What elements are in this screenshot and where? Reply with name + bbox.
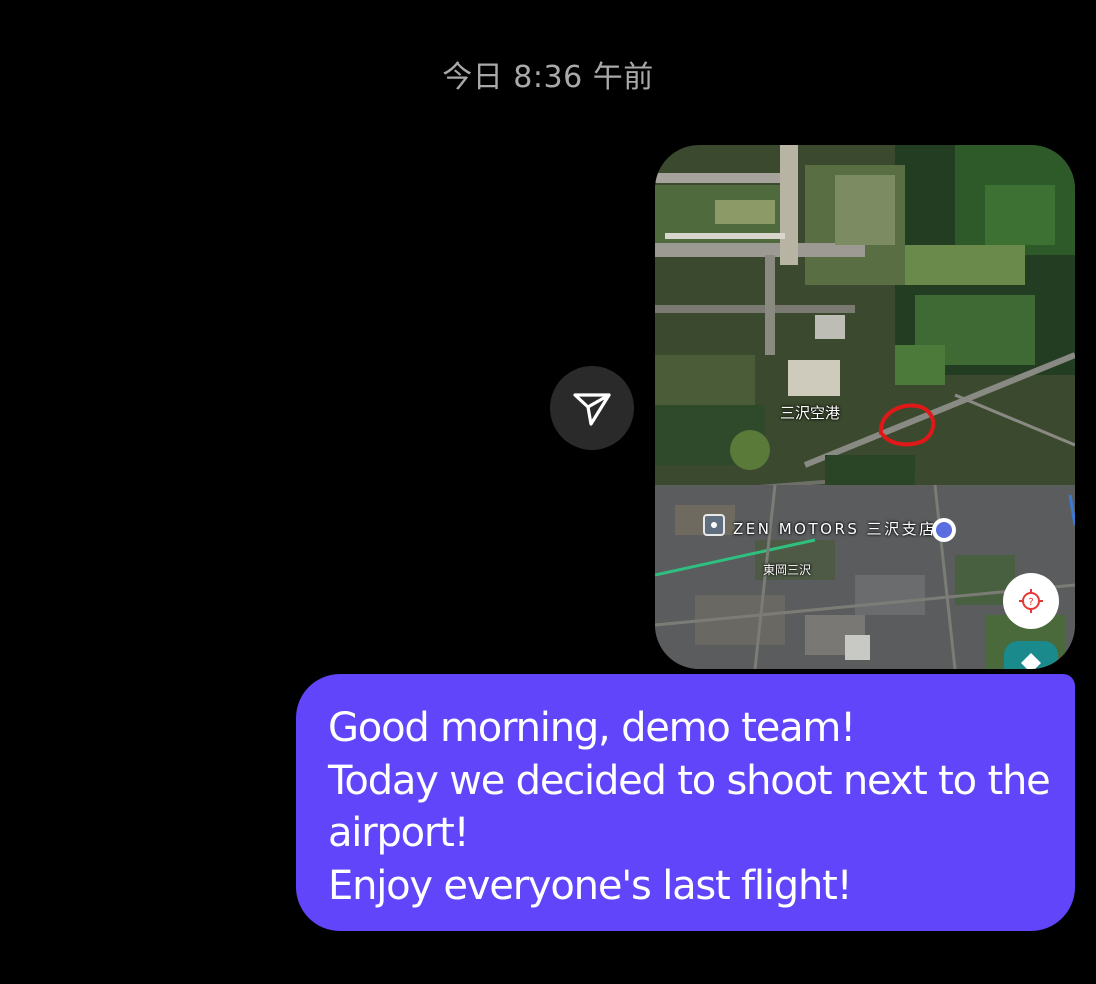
message-timestamp: 今日 8:36 午前 <box>442 60 654 95</box>
map-label-airport: 三沢空港 <box>780 404 841 422</box>
share-button[interactable] <box>550 366 634 450</box>
locate-button[interactable]: ? <box>1003 573 1059 629</box>
locate-icon: ? <box>1019 589 1043 613</box>
send-icon <box>573 393 611 426</box>
message-line: Today we decided to shoot next to the <box>328 757 1051 804</box>
message-line: airport! <box>328 810 470 856</box>
business-pin-icon <box>703 514 725 536</box>
directions-icon <box>1021 653 1041 669</box>
message-bubble[interactable]: Good morning, demo team! Today we decide… <box>296 674 1075 931</box>
map-preview[interactable]: 三沢空港 ZEN MOTORS 三沢支店 東岡三沢 ? <box>655 145 1075 669</box>
message-line: Good morning, demo team! <box>328 705 856 751</box>
message-line: Enjoy everyone's last flight! <box>328 862 853 909</box>
map-label-business: ZEN MOTORS 三沢支店 <box>733 520 937 538</box>
svg-text:?: ? <box>1028 597 1033 608</box>
map-label-town: 東岡三沢 <box>763 563 812 577</box>
directions-button[interactable] <box>1004 641 1058 669</box>
gas-station-pin-icon <box>932 518 956 542</box>
